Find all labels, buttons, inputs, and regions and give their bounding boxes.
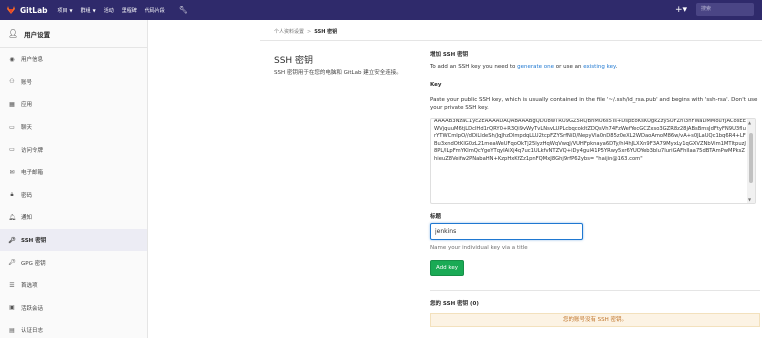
nav-activity[interactable]: 活动 <box>104 7 114 14</box>
sidebar-item-chat[interactable]: ▭ 聊天 <box>0 116 147 139</box>
user-circle-icon: ◉ <box>9 55 15 63</box>
sidebar-item-profile[interactable]: ◉ 用户信息 <box>0 48 147 71</box>
token-icon: ▭ <box>9 146 15 154</box>
section-divider <box>430 290 760 291</box>
no-keys-warning: 您的账号没有 SSH 密钥。 <box>430 313 760 327</box>
sidebar-item-sessions[interactable]: ▣ 活跃会话 <box>0 297 147 320</box>
sidebar-header[interactable]: 👤︎ 用户设置 <box>0 20 147 48</box>
sidebar-item-label: 电子邮箱 <box>21 170 44 177</box>
scroll-up-icon[interactable]: ▲ <box>748 120 751 125</box>
nav-groups[interactable]: 群组 ▼ <box>81 7 96 14</box>
bell-icon: 🔔︎ <box>8 213 16 221</box>
account-icon: ⚇ <box>9 78 15 86</box>
add-text-mid: or use an <box>554 64 584 70</box>
preferences-icon: ☰ <box>9 281 15 289</box>
breadcrumb: 个人资料设置 > SSH 密钥 <box>274 28 337 35</box>
breadcrumb-current[interactable]: SSH 密钥 <box>314 29 337 35</box>
chevron-down-icon: ▼ <box>92 7 96 13</box>
sidebar-item-password[interactable]: 🔒︎ 密码 <box>0 184 147 207</box>
user-icon: 👤︎ <box>8 29 19 38</box>
settings-sidebar: 👤︎ 用户设置 ◉ 用户信息 ⚇ 账号 ▦ 应用 ▭ 聊天 ▭ 访问令牌 ✉ 电子邮箱 🔒︎… <box>0 20 148 338</box>
key-textarea-scrollbar[interactable]: ▲ ▼ <box>747 119 755 203</box>
title-input[interactable] <box>430 223 583 240</box>
scroll-down-icon[interactable]: ▼ <box>748 197 751 202</box>
page-title: SSH 密钥 <box>274 56 314 66</box>
sidebar-item-account[interactable]: ⚇ 账号 <box>0 71 147 94</box>
key-textarea[interactable]: AAAAB3NzaC1yc2EAAAADAQABAAABgQDU8wTRU9GZ… <box>430 118 756 204</box>
chevron-down-icon: ▼ <box>69 7 73 13</box>
sidebar-item-emails[interactable]: ✉ 电子邮箱 <box>0 161 147 184</box>
sidebar-item-preferences[interactable]: ☰ 首选项 <box>0 274 147 297</box>
breadcrumb-parent[interactable]: 个人资料设置 <box>274 29 304 35</box>
sidebar-item-gpg-keys[interactable]: 🔑︎ GPG 密钥 <box>0 251 147 274</box>
sessions-icon: ▣ <box>9 304 15 312</box>
add-text-prefix: To add an SSH key you need to <box>430 64 518 70</box>
title-field-help: Name your individual key via a title <box>430 245 528 251</box>
sidebar-item-label: 通知 <box>21 215 33 222</box>
search-input[interactable]: 搜索 <box>696 3 754 16</box>
sidebar-item-label: 账号 <box>21 79 33 86</box>
nav-groups-label: 群组 <box>80 7 91 14</box>
add-text-suffix: . <box>615 64 618 70</box>
sidebar-item-label: 活跃会话 <box>21 305 44 312</box>
key-field-label: Key <box>430 82 442 88</box>
sidebar-item-label: 认证日志 <box>21 328 44 335</box>
sidebar-item-auth-log[interactable]: ▤ 认证日志 <box>0 319 147 338</box>
sidebar-title: 用户设置 <box>24 30 51 39</box>
nav-milestones-label: 里程碑 <box>121 7 137 14</box>
nav-projects[interactable]: 项目 ▼ <box>58 7 73 14</box>
gitlab-tanuki-icon <box>7 6 15 14</box>
key-icon: 🔑︎ <box>8 236 16 244</box>
sidebar-item-applications[interactable]: ▦ 应用 <box>0 93 147 116</box>
page-description: SSH 密钥用于在您的电脑和 GitLab 建立安全连接。 <box>274 70 402 76</box>
add-key-button[interactable]: Add key <box>430 260 464 276</box>
breadcrumb-divider <box>260 40 762 41</box>
applications-icon: ▦ <box>9 100 15 108</box>
sidebar-item-label: 聊天 <box>21 125 33 132</box>
nav-snippets[interactable]: 代码片段 <box>145 7 165 14</box>
sidebar-item-label: 密码 <box>21 192 33 199</box>
sidebar-item-label: 首选项 <box>21 283 38 290</box>
scrollbar-thumb[interactable] <box>749 133 753 183</box>
breadcrumb-separator: > <box>307 29 312 35</box>
sidebar-item-notifications[interactable]: 🔔︎ 通知 <box>0 206 147 229</box>
top-navbar: GitLab 项目 ▼ 群组 ▼ 活动 里程碑 代码片段 🔧︎ +▾ 搜索 <box>0 0 762 20</box>
existing-key-link[interactable]: existing key <box>583 64 615 70</box>
nav-activity-label: 活动 <box>103 7 114 14</box>
gitlab-logo[interactable]: GitLab <box>6 5 58 15</box>
sidebar-item-label: 用户信息 <box>21 57 44 64</box>
your-keys-heading: 您的 SSH 密钥 (0) <box>430 301 479 307</box>
nav-snippets-label: 代码片段 <box>144 7 165 14</box>
key-icon: 🔑︎ <box>8 259 16 267</box>
sidebar-item-label: 访问令牌 <box>21 147 44 154</box>
sidebar-item-ssh-keys[interactable]: 🔑︎ SSH 密钥 <box>0 228 147 252</box>
chat-icon: ▭ <box>9 123 15 131</box>
mail-icon: ✉ <box>9 168 15 176</box>
log-icon: ▤ <box>9 326 15 334</box>
lock-icon: 🔒︎ <box>10 190 14 198</box>
add-key-instructions: To add an SSH key you need to generate o… <box>430 64 617 70</box>
brand-name: GitLab <box>20 5 48 15</box>
nav-milestones[interactable]: 里程碑 <box>122 7 137 14</box>
sidebar-item-label: 应用 <box>21 102 33 109</box>
sidebar-item-label: GPG 密钥 <box>21 260 46 267</box>
key-textarea-content: AAAAB3NzaC1yc2EAAAADAQABAAABgQDU8wTRU9GZ… <box>434 118 746 162</box>
generate-one-link[interactable]: generate one <box>517 64 554 70</box>
new-item-plus-icon[interactable]: +▾ <box>674 4 688 16</box>
admin-wrench-icon[interactable]: 🔧︎ <box>179 6 188 14</box>
add-key-heading: 增加 SSH 密钥 <box>430 52 469 58</box>
sidebar-item-label: SSH 密钥 <box>21 238 47 245</box>
key-field-help: Paste your public SSH key, which is usua… <box>430 97 758 111</box>
title-field-label: 标题 <box>430 214 442 220</box>
sidebar-item-access-tokens[interactable]: ▭ 访问令牌 <box>0 138 147 161</box>
nav-projects-label: 项目 <box>57 7 68 14</box>
